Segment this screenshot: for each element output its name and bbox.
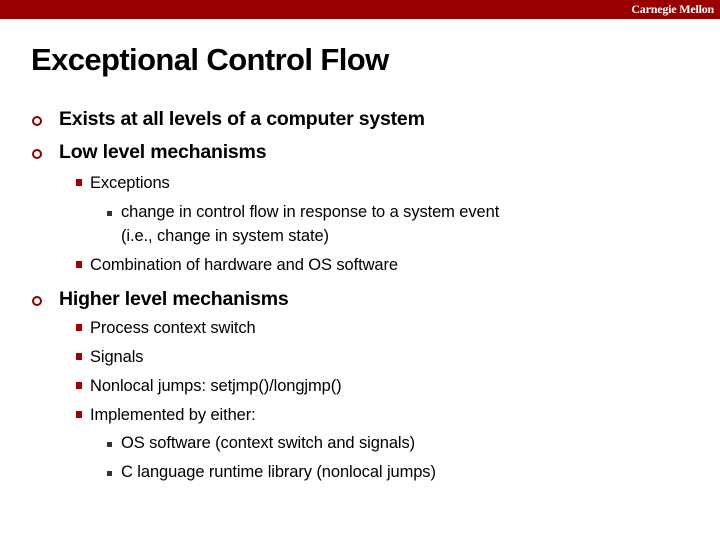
small-square-bullet-icon (107, 471, 112, 476)
bullet-level2: Exceptions (90, 174, 170, 192)
bullet-level1: Low level mechanisms (59, 141, 267, 163)
circle-bullet-icon (32, 296, 42, 306)
small-square-bullet-icon (107, 442, 112, 447)
square-bullet-icon (76, 411, 82, 418)
brand-label: Carnegie Mellon (631, 2, 714, 16)
circle-bullet-icon (32, 149, 42, 159)
square-bullet-icon (76, 382, 82, 389)
bullet-level3: OS software (context switch and signals) (121, 434, 416, 452)
small-square-bullet-icon (107, 211, 112, 216)
bullet-level2: Signals (90, 348, 144, 366)
bullet-level1: Higher level mechanisms (59, 288, 289, 310)
circle-bullet-icon (32, 116, 42, 126)
bullet-level2: Process context switch (90, 319, 256, 337)
bullet-level3-continuation: (i.e., change in system state) (121, 227, 329, 245)
bullet-level1: Exists at all levels of a computer syste… (59, 108, 425, 130)
bullet-level3: change in control flow in response to a … (121, 203, 500, 221)
bullet-level2: Implemented by either: (90, 406, 256, 424)
bullet-level3: C language runtime library (nonlocal jum… (121, 463, 436, 481)
square-bullet-icon (76, 179, 82, 186)
square-bullet-icon (76, 261, 82, 268)
bullet-level2: Nonlocal jumps: setjmp()/longjmp() (90, 377, 342, 395)
square-bullet-icon (76, 324, 82, 331)
header-bar: Carnegie Mellon (0, 0, 720, 19)
square-bullet-icon (76, 353, 82, 360)
slide-title: Exceptional Control Flow (31, 42, 389, 77)
bullet-level2: Combination of hardware and OS software (90, 256, 398, 274)
